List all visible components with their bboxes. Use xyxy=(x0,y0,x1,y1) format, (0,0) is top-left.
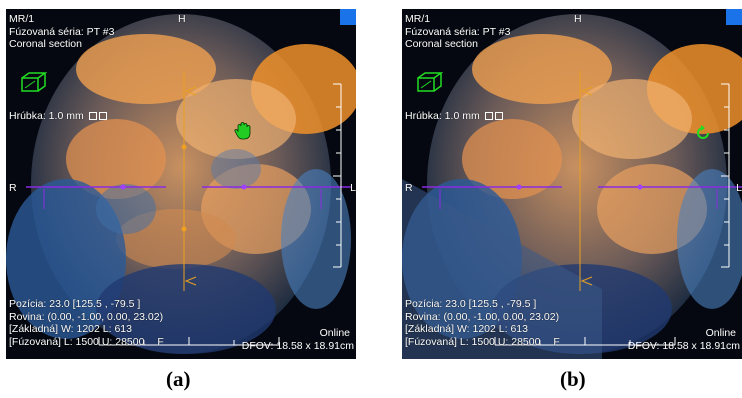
base-window-level: [Základná] W: 1202 L: 613 xyxy=(9,323,132,335)
dfov-label: DFOV: 18.58 x 18.91cm xyxy=(241,340,354,352)
modality-label: MR/1 xyxy=(9,13,35,25)
thickness-decrease-button[interactable] xyxy=(484,112,493,120)
fused-series-label: Fúzovaná séria: PT #3 xyxy=(405,25,511,38)
head-marker: H xyxy=(574,13,582,25)
modality-label: MR/1 xyxy=(405,13,431,25)
section-label: Coronal section xyxy=(9,38,82,50)
status-overlay: Pozícia: 23.0 [125.5 , -79.5 ] Rovina: (… xyxy=(405,298,560,348)
3d-cube-icon[interactable] xyxy=(416,71,444,93)
base-window-level: [Základná] W: 1202 L: 613 xyxy=(405,323,528,335)
section-label: Coronal section xyxy=(405,38,478,50)
online-status: Online xyxy=(319,327,350,339)
viewer-b[interactable]: MR/1 Fúzovaná séria: PT #3 Coronal secti… xyxy=(402,9,742,359)
right-marker: R xyxy=(9,182,17,194)
3d-cube-icon[interactable] xyxy=(20,71,48,93)
online-status: Online xyxy=(705,327,736,339)
head-marker: H xyxy=(178,13,186,25)
plane-label: Rovina: (0.00, -1.00, 0.00, 23.02) xyxy=(405,310,560,323)
left-marker: L xyxy=(736,182,742,194)
left-marker: L xyxy=(350,182,356,194)
fused-window-level: [Fúzovaná] L: 1500 U: 28500 xyxy=(405,335,541,348)
position-label: Pozícia: 23.0 [125.5 , -79.5 ] xyxy=(9,298,141,310)
thickness-increase-button[interactable] xyxy=(494,112,503,120)
series-info: MR/1 Fúzovaná séria: PT #3 Coronal secti… xyxy=(9,13,114,51)
plane-label: Rovina: (0.00, -1.00, 0.00, 23.02) xyxy=(9,310,164,323)
corner-accent[interactable] xyxy=(726,9,742,25)
fused-window-level: [Fúzovaná] L: 1500 U: 28500 xyxy=(9,335,145,348)
dfov-label: DFOV: 18.58 x 18.91cm xyxy=(627,340,740,352)
fused-series-label: Fúzovaná séria: PT #3 xyxy=(9,25,115,38)
thickness-control: Hrúbka: 1.0 mm xyxy=(405,110,503,123)
foot-marker: F xyxy=(553,335,560,348)
thickness-label: Hrúbka: 1.0 mm xyxy=(9,110,84,122)
hand-pan-icon xyxy=(234,122,251,140)
rotate-icon xyxy=(697,125,709,139)
thickness-label: Hrúbka: 1.0 mm xyxy=(405,110,480,122)
corner-accent[interactable] xyxy=(340,9,356,25)
status-overlay: Pozícia: 23.0 [125.5 , -79.5 ] Rovina: (… xyxy=(9,298,164,348)
thickness-control: Hrúbka: 1.0 mm xyxy=(9,110,107,123)
position-label: Pozícia: 23.0 [125.5 , -79.5 ] xyxy=(405,298,537,310)
caption-a: (a) xyxy=(166,367,191,391)
caption-b: (b) xyxy=(560,367,586,391)
series-info: MR/1 Fúzovaná séria: PT #3 Coronal secti… xyxy=(405,13,510,51)
viewer-a[interactable]: MR/1 Fúzovaná séria: PT #3 Coronal secti… xyxy=(6,9,356,359)
thickness-decrease-button[interactable] xyxy=(88,112,97,120)
foot-marker: F xyxy=(157,335,164,348)
right-marker: R xyxy=(405,182,413,194)
thickness-increase-button[interactable] xyxy=(98,112,107,120)
